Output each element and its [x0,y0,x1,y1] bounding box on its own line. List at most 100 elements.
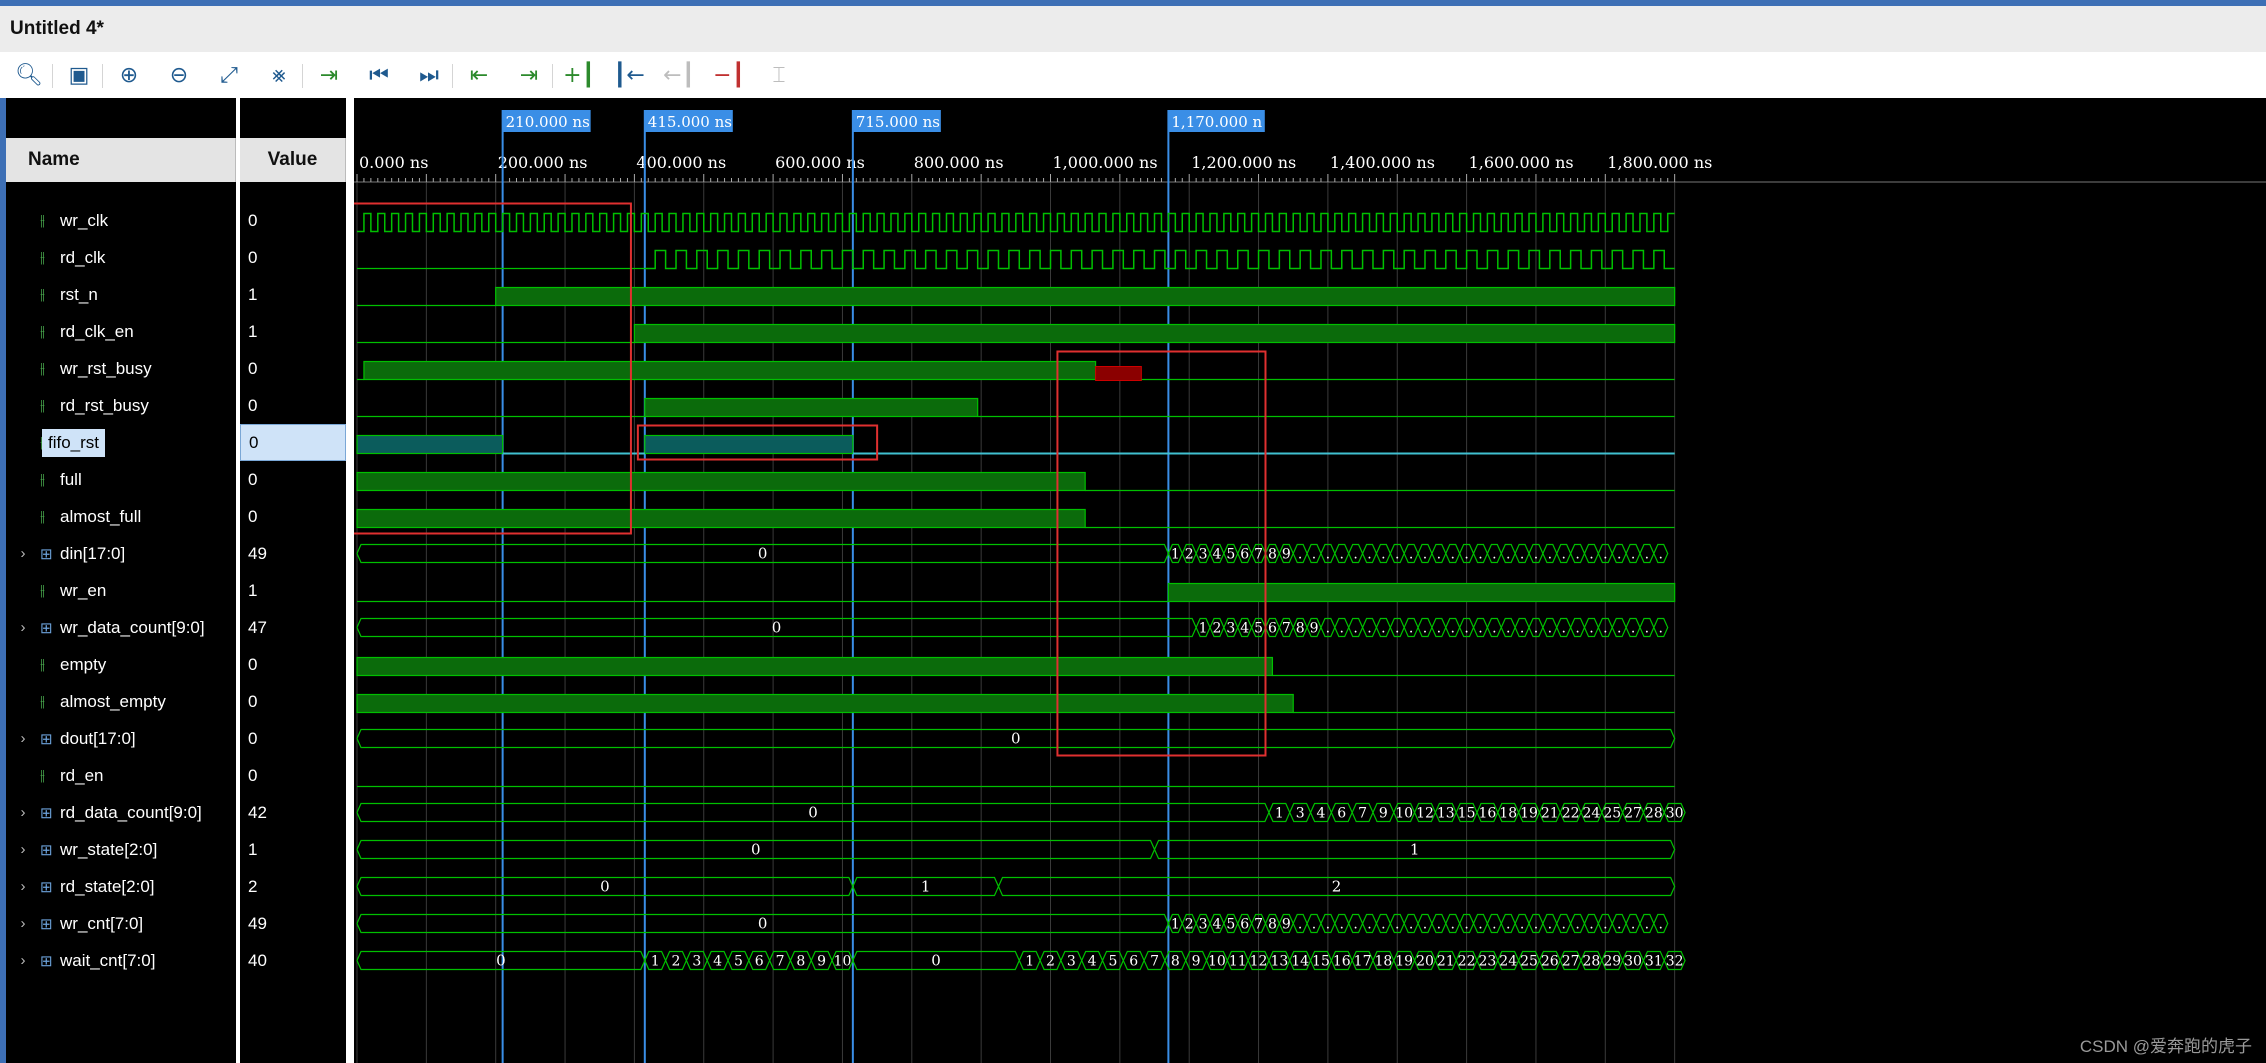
signal-value[interactable]: 2 [240,868,346,905]
signal-row[interactable]: ⫲ wr_en [6,572,236,609]
previous-marker-icon[interactable]: ┃← [612,58,646,92]
signal-row[interactable]: ⫲ empty [6,646,236,683]
signal-value[interactable]: 1 [240,313,346,350]
signal-row[interactable]: › ⊞ wr_state[2:0] [6,831,236,868]
bus-value-label: 1 [1410,841,1420,859]
bus-value-label: 25 [1520,954,1538,970]
bus-signal-icon: ⊞ [40,915,53,933]
bus-signal-icon: ⊞ [40,619,53,637]
next-marker-icon[interactable]: ←┃ [662,58,696,92]
signal-value[interactable]: 0 [240,720,346,757]
bus-value-label: 23 [1478,954,1496,970]
signal-value[interactable]: 40 [240,942,346,979]
signal-row[interactable]: ⫲ almost_empty [6,683,236,720]
expand-chevron-icon[interactable]: › [16,878,30,895]
bus-value-label: 17 [1354,954,1372,970]
go-to-start-icon[interactable]: ⏮︎ [362,58,396,92]
signal-value[interactable]: 1 [240,831,346,868]
go-to-cursor-icon[interactable]: ⇥ [312,58,346,92]
signal-row[interactable]: ⫲ full [6,461,236,498]
zoom-in-icon[interactable]: ⊕ [112,58,146,92]
waveform-canvas[interactable]: 0.000 ns 200.000 ns 400.000 ns 600.000 ns 80… [354,98,2266,1063]
signal-row[interactable]: ⫲ wr_clk [6,202,236,239]
expand-chevron-icon[interactable]: › [16,915,30,932]
bus-value-label: 8 [1296,621,1305,637]
search-icon[interactable]: 🔍︎ [12,58,46,92]
signal-value[interactable]: 0 [240,350,346,387]
signal-value[interactable]: 0 [240,239,346,276]
swap-cursor-icon[interactable]: ⨳ [262,58,296,92]
logic-signal-icon: ⫲ [40,508,45,525]
bus-value-label: 13 [1270,954,1288,970]
signal-value[interactable]: 49 [240,535,346,572]
signal-value[interactable]: 0 [240,387,346,424]
name-column-header[interactable]: Name [6,138,236,182]
signal-row[interactable]: › ⊞ wr_cnt[7:0] [6,905,236,942]
signal-name: rd_clk_en [60,321,134,341]
signal-row[interactable]: › ⊞ wait_cnt[7:0] [6,942,236,979]
bus-value-label: 2 [672,954,681,970]
expand-chevron-icon[interactable]: › [16,841,30,858]
signal-value[interactable]: 0 [240,757,346,794]
add-marker-icon[interactable]: +┃ [562,58,596,92]
zoom-out-icon[interactable]: ⊖ [162,58,196,92]
signal-row[interactable]: ⫲ rd_en [6,757,236,794]
swap-markers-icon[interactable]: −┃ [712,58,746,92]
signal-row[interactable]: ⫲ wr_rst_busy [6,350,236,387]
signal-row[interactable]: ⫲ rd_clk [6,239,236,276]
expand-chevron-icon[interactable]: › [16,952,30,969]
signal-row[interactable]: ⫲fifo_rst [6,424,236,461]
signal-value[interactable]: 0 [240,646,346,683]
signal-name: almost_empty [60,691,166,711]
signal-value[interactable]: 49 [240,905,346,942]
bus-signal-icon: ⊞ [40,878,53,896]
bus-value-label: . [1534,917,1538,933]
signal-row[interactable]: › ⊞ din[17:0] [6,535,236,572]
fifo-rst-waveform [356,434,504,455]
bus-value-label: 7 [1358,806,1367,822]
bus-value-label: 9 [1379,806,1388,822]
bus-value-label: 4 [1212,547,1221,563]
signal-row[interactable]: › ⊞ rd_state[2:0] [6,868,236,905]
value-column-header[interactable]: Value [240,138,346,182]
bus-value-label: 24 [1499,954,1517,970]
signal-row[interactable]: › ⊞ dout[17:0] [6,720,236,757]
signal-value[interactable]: 47 [240,609,346,646]
signal-name-panel: Name ⫲ wr_clk ⫲ rd_clk ⫲ rst_n ⫲ rd_clk_en ⫲ wr_r… [6,98,236,1063]
zoom-fit-icon[interactable]: ⤢ [212,58,246,92]
bus-value-label: 5 [734,954,743,970]
expand-chevron-icon[interactable]: › [16,545,30,562]
expand-chevron-icon[interactable]: › [16,730,30,747]
bus-value-label: . [1312,547,1316,563]
signal-row[interactable]: ⫲ rst_n [6,276,236,313]
expand-chevron-icon[interactable]: › [16,804,30,821]
next-transition-icon[interactable]: ⇥ [512,58,546,92]
signal-row[interactable]: ⫲ rd_rst_busy [6,387,236,424]
signal-value[interactable]: 1 [240,572,346,609]
signal-row[interactable]: › ⊞ wr_data_count[9:0] [6,609,236,646]
snap-icon[interactable]: ⌶ [762,58,796,92]
bus-value-label: 0 [751,841,761,859]
signal-row[interactable]: ⫲ rd_clk_en [6,313,236,350]
bus-value-label: 7 [1254,917,1263,933]
expand-chevron-icon[interactable]: › [16,619,30,636]
toolbar: 🔍︎ ▣ ⊕ ⊖ ⤢ ⨳ ⇥ ⏮︎ ⏭︎ ⇤ ⇥ +┃ ┃← ←┃ −┃ ⌶ [0,52,2266,99]
signal-name: rd_en [60,765,104,785]
signal-value[interactable]: 0 [240,461,346,498]
bus-value-label: 21 [1541,806,1559,822]
signal-value[interactable]: 0 [240,202,346,239]
signal-row[interactable]: › ⊞ rd_data_count[9:0] [6,794,236,831]
bus-value-label: . [1381,621,1385,637]
signal-value[interactable]: 0 [240,683,346,720]
go-to-end-icon[interactable]: ⏭︎ [412,58,446,92]
previous-transition-icon[interactable]: ⇤ [462,58,496,92]
signal-row[interactable]: ⫲ almost_full [6,498,236,535]
signal-value[interactable]: 42 [240,794,346,831]
bus-value-label: 6 [1240,917,1249,933]
signal-value[interactable]: 0 [240,498,346,535]
signal-value[interactable]: 0 [240,424,346,461]
bus-value-label: 15 [1312,954,1330,970]
signal-value[interactable]: 1 [240,276,346,313]
save-icon[interactable]: ▣ [62,58,96,92]
waveform-panel[interactable]: 0.000 ns 200.000 ns 400.000 ns 600.000 ns 80… [354,98,2266,1063]
